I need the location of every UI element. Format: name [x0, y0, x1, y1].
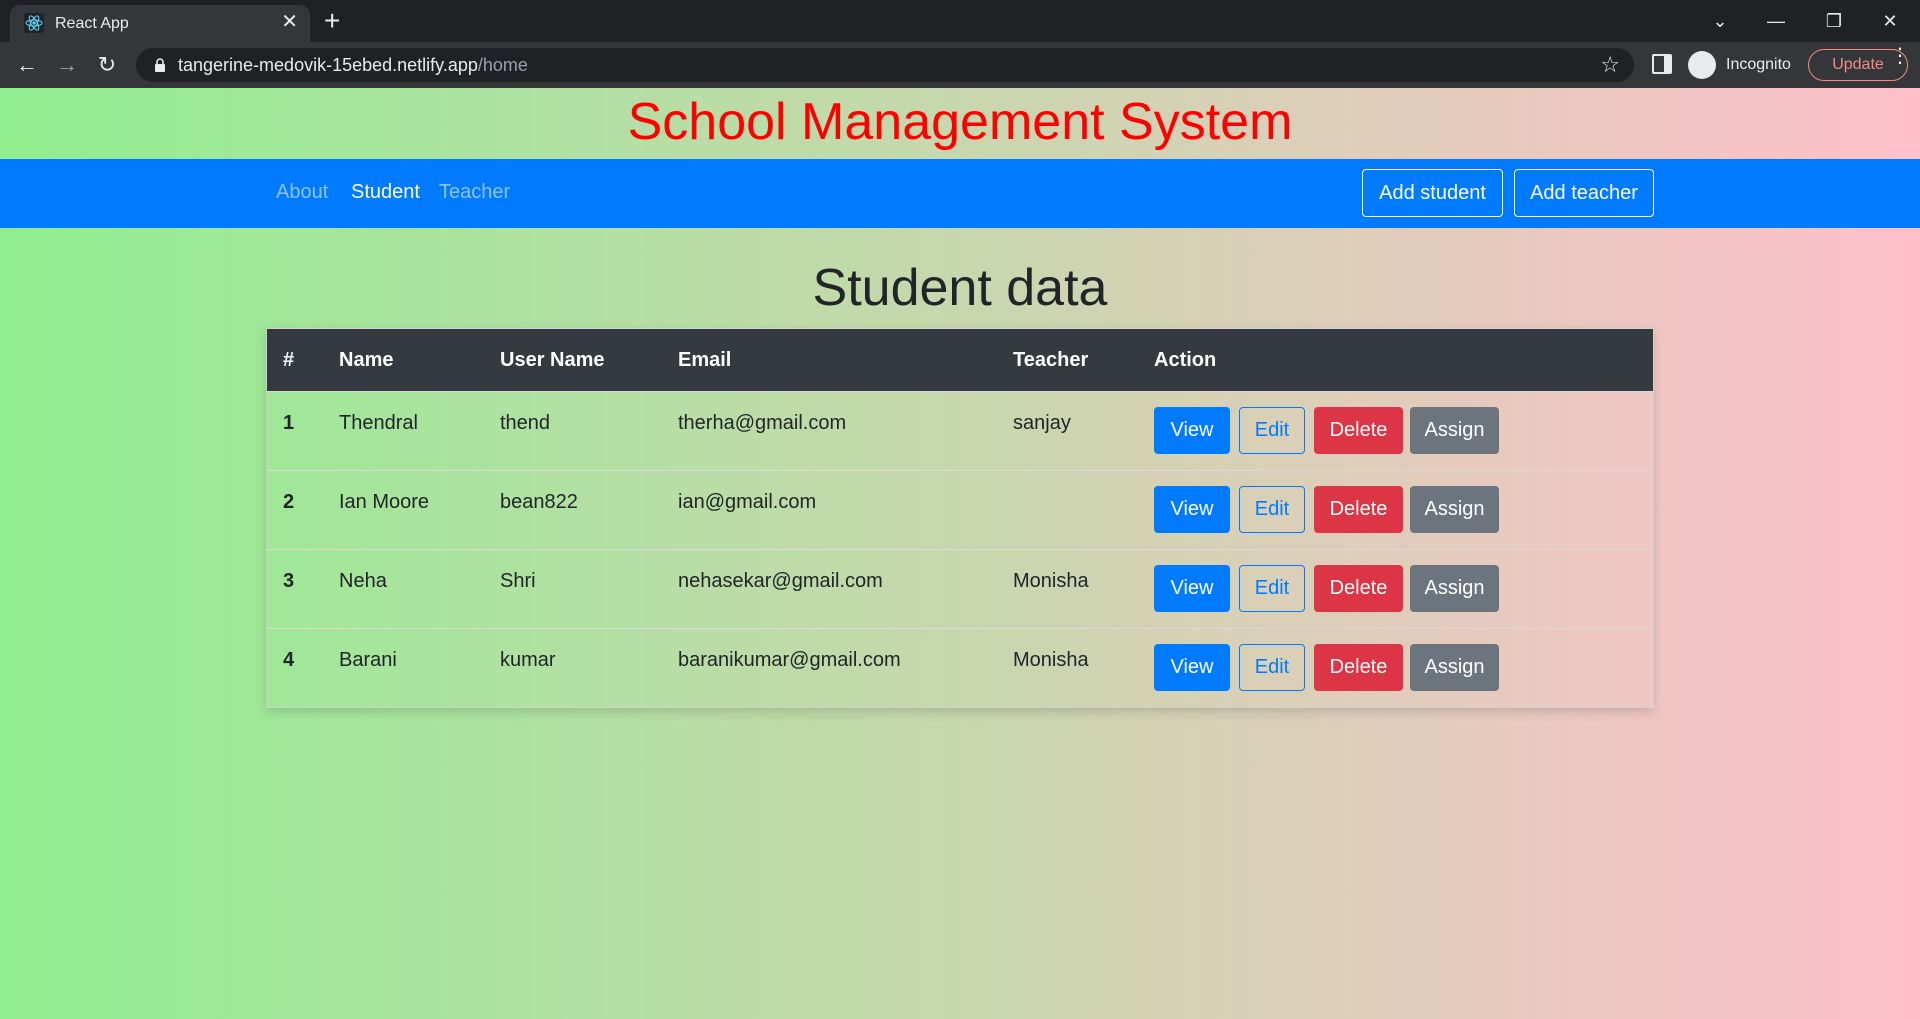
table-row: 1 Thendral thend therha@gmail.com sanjay… — [267, 391, 1653, 470]
section-title: Student data — [812, 259, 1108, 317]
cell-teacher: Monisha — [1013, 649, 1089, 671]
header-teacher: Teacher — [1013, 349, 1089, 371]
header-action: Action — [1154, 349, 1217, 371]
back-icon[interactable]: ← — [12, 50, 42, 80]
header-num: # — [283, 349, 295, 371]
add-student-button[interactable]: Add student — [1362, 169, 1503, 217]
nav-link-about[interactable]: About — [276, 181, 328, 204]
restore-icon[interactable]: ❐ — [1806, 4, 1862, 38]
edit-button[interactable]: Edit — [1239, 644, 1305, 691]
delete-button[interactable]: Delete — [1314, 644, 1403, 691]
cell-name: Ian Moore — [339, 491, 430, 513]
cell-num: 1 — [283, 412, 295, 434]
cell-num: 4 — [283, 649, 295, 671]
view-button[interactable]: View — [1154, 644, 1230, 691]
react-logo-icon — [24, 13, 44, 33]
cell-username: kumar — [500, 649, 556, 671]
add-teacher-button[interactable]: Add teacher — [1514, 169, 1654, 217]
assign-button[interactable]: Assign — [1410, 565, 1499, 612]
student-table: # Name User Name Email Teacher Action 1 … — [266, 328, 1654, 708]
cell-username: bean822 — [500, 491, 578, 513]
edit-button[interactable]: Edit — [1239, 565, 1305, 612]
more-menu-icon[interactable]: ⋮ — [1890, 46, 1910, 66]
cell-email: baranikumar@gmail.com — [678, 649, 901, 671]
forward-icon[interactable]: → — [52, 50, 82, 80]
header-email: Email — [678, 349, 732, 371]
view-button[interactable]: View — [1154, 486, 1230, 533]
tab-search-icon[interactable]: ⌄ — [1692, 4, 1748, 38]
header-name: Name — [339, 349, 394, 371]
table-row: 2 Ian Moore bean822 ian@gmail.com View E… — [267, 470, 1653, 549]
navbar: About Student Teacher Add student Add te… — [0, 159, 1920, 228]
table-row: 4 Barani kumar baranikumar@gmail.com Mon… — [267, 628, 1653, 707]
reload-icon[interactable]: ↻ — [92, 50, 122, 80]
browser-toolbar: ← → ↻ tangerine-medovik-15ebed.netlify.a… — [0, 42, 1920, 88]
cell-num: 3 — [283, 570, 295, 592]
new-tab-icon[interactable]: + — [324, 6, 340, 36]
bookmark-star-icon[interactable]: ☆ — [1600, 52, 1620, 78]
cell-name: Neha — [339, 570, 387, 592]
cell-teacher: sanjay — [1013, 412, 1071, 434]
nav-link-teacher[interactable]: Teacher — [439, 181, 510, 204]
incognito-label: Incognito — [1726, 56, 1791, 73]
header-username: User Name — [500, 349, 605, 371]
tab-title: React App — [55, 15, 129, 32]
browser-tabstrip: React App ✕ + ⌄ — ❐ ✕ — [0, 0, 1920, 42]
edit-button[interactable]: Edit — [1239, 407, 1305, 454]
assign-button[interactable]: Assign — [1410, 407, 1499, 454]
view-button[interactable]: View — [1154, 565, 1230, 612]
window-close-icon[interactable]: ✕ — [1862, 4, 1918, 38]
assign-button[interactable]: Assign — [1410, 644, 1499, 691]
view-button[interactable]: View — [1154, 407, 1230, 454]
side-panel-icon[interactable] — [1652, 54, 1672, 74]
cell-email: nehasekar@gmail.com — [678, 570, 883, 592]
table-header: # Name User Name Email Teacher Action — [267, 329, 1653, 391]
cell-username: thend — [500, 412, 551, 434]
url-text: tangerine-medovik-15ebed.netlify.app/hom… — [178, 55, 528, 75]
cell-teacher: Monisha — [1013, 570, 1089, 592]
lock-icon — [155, 58, 165, 72]
site-title: School Management System — [627, 93, 1293, 151]
delete-button[interactable]: Delete — [1314, 565, 1403, 612]
cell-email: ian@gmail.com — [678, 491, 817, 513]
table-row: 3 Neha Shri nehasekar@gmail.com Monisha … — [267, 549, 1653, 628]
assign-button[interactable]: Assign — [1410, 486, 1499, 533]
edit-button[interactable]: Edit — [1239, 486, 1305, 533]
delete-button[interactable]: Delete — [1314, 407, 1403, 454]
cell-name: Barani — [339, 649, 397, 671]
nav-link-student[interactable]: Student — [351, 181, 420, 204]
incognito-icon — [1688, 51, 1716, 79]
address-bar[interactable]: tangerine-medovik-15ebed.netlify.app/hom… — [136, 48, 1634, 82]
cell-num: 2 — [283, 491, 295, 513]
browser-tab[interactable]: React App ✕ — [10, 5, 310, 42]
cell-email: therha@gmail.com — [678, 412, 847, 434]
close-tab-icon[interactable]: ✕ — [281, 12, 298, 32]
minimize-icon[interactable]: — — [1748, 4, 1804, 38]
page-content: School Management System About Student T… — [0, 88, 1920, 1019]
incognito-indicator[interactable]: Incognito — [1688, 51, 1791, 79]
cell-name: Thendral — [339, 412, 418, 434]
cell-username: Shri — [500, 570, 536, 592]
delete-button[interactable]: Delete — [1314, 486, 1403, 533]
